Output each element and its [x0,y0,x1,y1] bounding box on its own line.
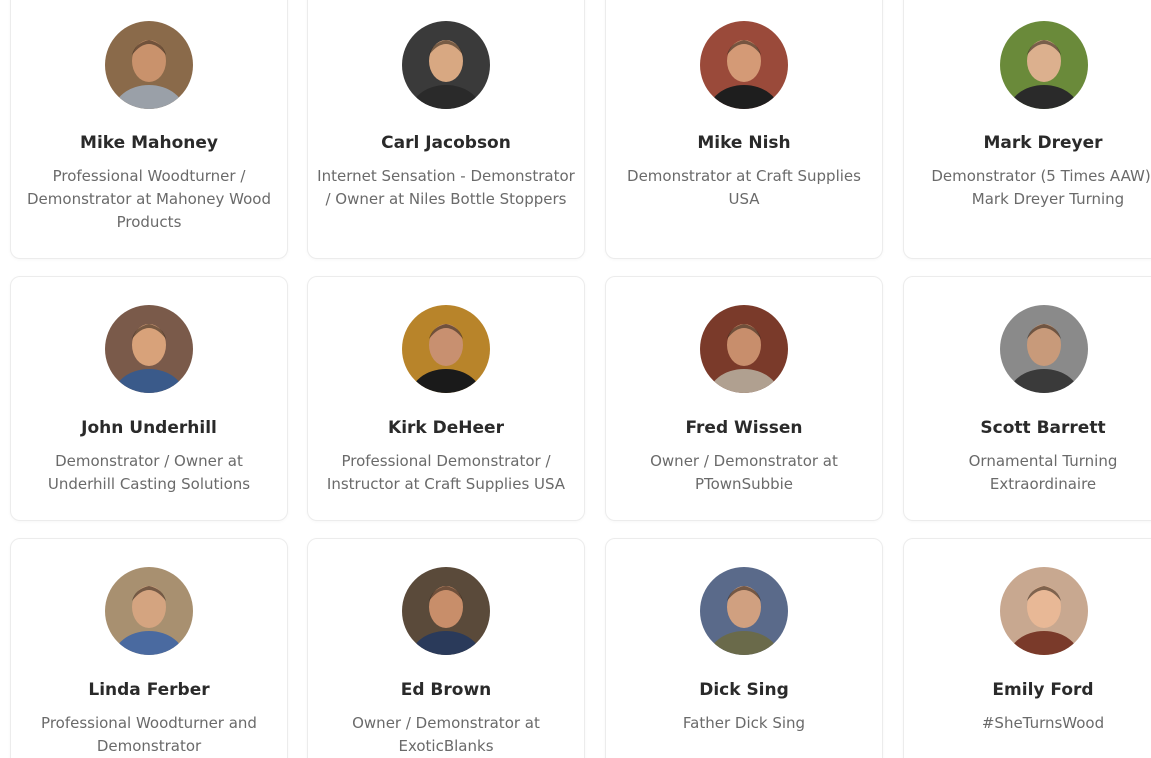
person-name: Kirk DeHeer [388,418,504,438]
person-card[interactable]: Mike Mahoney Professional Woodturner / D… [10,0,288,259]
person-name: John Underhill [81,418,217,438]
person-name: Emily Ford [992,680,1094,700]
person-photo-icon [402,21,490,109]
person-name: Scott Barrett [980,418,1106,438]
person-name: Dick Sing [699,680,789,700]
avatar [105,305,193,393]
avatar [700,21,788,109]
person-card[interactable]: Linda Ferber Professional Woodturner and… [10,538,288,758]
person-role: #SheTurnsWood [981,714,1105,732]
person-card[interactable]: Kirk DeHeer Professional Demonstrator / … [307,276,585,521]
avatar [402,567,490,655]
person-card[interactable]: Scott Barrett Ornamental Turning Extraor… [903,276,1151,521]
person-role: Ornamental Turning Extraordinaire [968,452,1118,493]
person-card[interactable]: Dick Sing Father Dick Sing [605,538,883,758]
avatar [402,21,490,109]
person-photo-icon [105,21,193,109]
person-photo-icon [1000,21,1088,109]
person-photo-icon [1000,305,1088,393]
person-name: Ed Brown [400,680,492,700]
avatar [700,305,788,393]
person-role: Owner / Demonstrator at PTownSubbie [650,452,838,493]
avatar [1000,567,1088,655]
person-role: Demonstrator / Owner at Underhill Castin… [47,452,251,493]
avatar [105,567,193,655]
avatar [402,305,490,393]
person-name: Linda Ferber [88,680,210,700]
person-photo-icon [402,567,490,655]
person-role: Father Dick Sing [682,714,806,732]
person-name: Carl Jacobson [381,133,511,153]
person-role: Professional Woodturner / Demonstrator a… [27,167,271,231]
person-role: Demonstrator at Craft Supplies USA [627,167,861,208]
demonstrators-grid: Mike Mahoney Professional Woodturner / D… [0,0,1151,758]
person-card[interactable]: John Underhill Demonstrator / Owner at U… [10,276,288,521]
person-photo-icon [1000,567,1088,655]
person-photo-icon [105,305,193,393]
person-photo-icon [105,567,193,655]
person-photo-icon [700,21,788,109]
person-role: Owner / Demonstrator at ExoticBlanks [352,714,540,755]
person-name: Mark Dreyer [983,133,1103,153]
person-photo-icon [700,567,788,655]
person-role: Professional Woodturner and Demonstrator [41,714,257,755]
person-name: Fred Wissen [685,418,803,438]
avatar [700,567,788,655]
person-role: Demonstrator (5 Times AAW) a Mark Dreyer… [931,167,1151,208]
avatar [1000,21,1088,109]
person-card[interactable]: Mark Dreyer Demonstrator (5 Times AAW) a… [903,0,1151,259]
person-card[interactable]: Ed Brown Owner / Demonstrator at ExoticB… [307,538,585,758]
avatar [1000,305,1088,393]
person-role: Professional Demonstrator / Instructor a… [326,452,566,493]
person-photo-icon [700,305,788,393]
person-card[interactable]: Mike Nish Demonstrator at Craft Supplies… [605,0,883,259]
person-card[interactable]: Carl Jacobson Internet Sensation - Demon… [307,0,585,259]
person-card[interactable]: Fred Wissen Owner / Demonstrator at PTow… [605,276,883,521]
person-photo-icon [402,305,490,393]
person-role: Internet Sensation - Demonstrator / Owne… [317,167,575,208]
person-name: Mike Nish [697,133,791,153]
person-name: Mike Mahoney [80,133,218,153]
person-card[interactable]: Emily Ford #SheTurnsWood [903,538,1151,758]
avatar [105,21,193,109]
